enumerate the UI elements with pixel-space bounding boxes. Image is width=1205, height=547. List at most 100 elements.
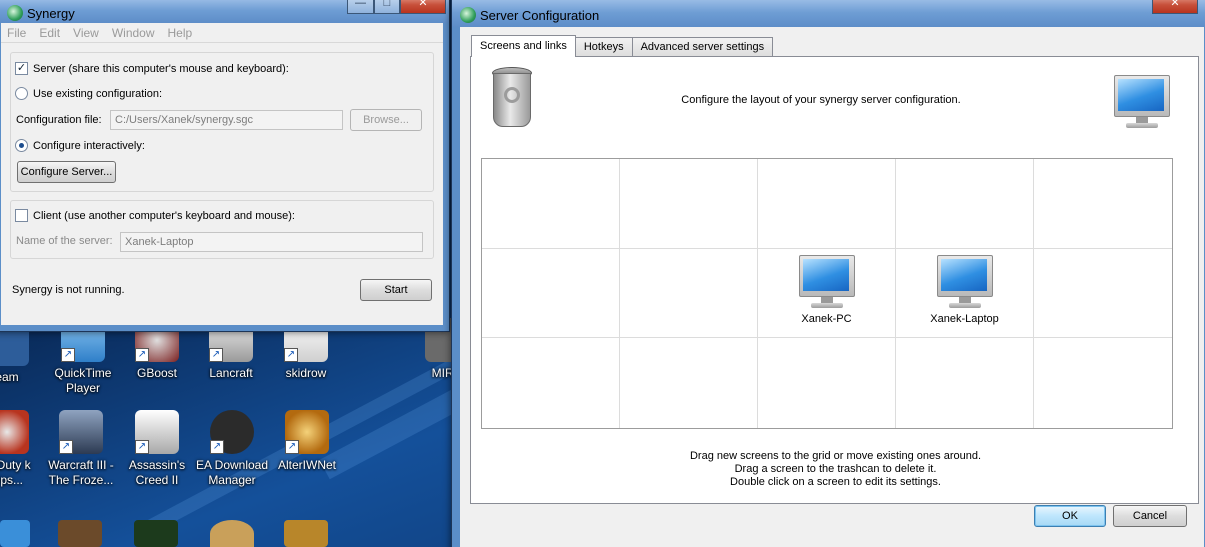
assassins-creed-icon: ↗ xyxy=(135,410,179,454)
tab-advanced-server-settings[interactable]: Advanced server settings xyxy=(631,37,774,57)
desktop-icon-partial[interactable] xyxy=(210,520,254,547)
shortcut-arrow-icon: ↗ xyxy=(61,348,75,362)
start-button[interactable]: Start xyxy=(360,279,432,301)
shortcut-arrow-icon: ↗ xyxy=(135,440,149,454)
monitor-icon xyxy=(798,254,855,311)
config-file-label: Configuration file: xyxy=(16,114,102,126)
radio-unselected-icon[interactable] xyxy=(15,87,28,100)
desktop-icon-partial[interactable] xyxy=(58,520,102,547)
desktop-icon-label: AlterIWNet xyxy=(277,458,336,472)
synergy-window: Synergy — □ ✕ File Edit View Window Help ✓ S… xyxy=(0,0,450,332)
use-existing-config-radio[interactable]: Use existing configuration: xyxy=(15,87,162,100)
server-config-titlebar[interactable]: Server Configuration ✕ xyxy=(452,0,1205,27)
desktop-icon-partial[interactable] xyxy=(284,520,328,547)
desktop-icon-label: Warcraft III - The Froze... xyxy=(48,458,114,487)
menu-edit[interactable]: Edit xyxy=(39,23,60,43)
menu-view[interactable]: View xyxy=(73,23,99,43)
desktop-icon-label: GBoost xyxy=(136,366,178,380)
server-name-input[interactable]: Xanek-Laptop xyxy=(120,232,423,252)
grid-cell[interactable] xyxy=(1034,338,1172,428)
synergy-app-icon xyxy=(7,5,23,21)
configure-interactively-label: Configure interactively: xyxy=(33,139,145,152)
desktop-icon-partial[interactable] xyxy=(0,520,30,547)
hint-text: Drag a screen to the trashcan to delete … xyxy=(734,463,937,475)
desktop-icon-alteriwnet[interactable]: ↗ AlterIWNet xyxy=(270,410,344,473)
close-button[interactable]: ✕ xyxy=(400,0,446,14)
desktop-icon-label: skidrow xyxy=(285,366,327,380)
desktop-icon-label: QuickTime Player xyxy=(54,366,112,395)
grid-cell[interactable] xyxy=(482,338,620,428)
window-title: Synergy xyxy=(27,6,75,21)
desktop-icon-ea-download-manager[interactable]: ↗ EA Download Manager xyxy=(195,410,269,488)
client-checkbox[interactable]: Client (use another computer's keyboard … xyxy=(15,209,295,222)
hint-text: Drag new screens to the grid or move exi… xyxy=(689,450,982,462)
screen-xanek-laptop[interactable]: Xanek-Laptop xyxy=(920,254,1010,325)
hint-text: Double click on a screen to edit its set… xyxy=(730,476,941,488)
screen-xanek-pc[interactable]: Xanek-PC xyxy=(782,254,872,325)
server-name-label: Name of the server: xyxy=(16,235,113,247)
grid-cell[interactable]: Xanek-Laptop xyxy=(896,248,1034,339)
server-checkbox[interactable]: ✓ Server (share this computer's mouse an… xyxy=(15,62,289,75)
use-existing-config-label: Use existing configuration: xyxy=(33,87,163,100)
desktop-icon-warcraft[interactable]: ↗ Warcraft III - The Froze... xyxy=(44,410,118,488)
checkbox-checked-icon[interactable]: ✓ xyxy=(15,62,28,75)
server-configuration-window: Server Configuration ✕ Screens and links… xyxy=(451,0,1205,547)
synergy-client-area: File Edit View Window Help ✓ Server (share t… xyxy=(1,23,443,325)
configure-interactively-radio[interactable]: Configure interactively: xyxy=(15,139,145,152)
desktop-icon-label: eam xyxy=(0,370,19,384)
desktop-icon-partial[interactable] xyxy=(134,520,178,547)
intro-text: Configure the layout of your synergy ser… xyxy=(681,94,961,106)
server-name-label-text: Name of the server: xyxy=(16,235,113,247)
minimize-button[interactable]: — xyxy=(347,0,374,14)
call-of-duty-icon xyxy=(0,410,29,454)
desktop-icon-label: of Duty k Ops... xyxy=(0,458,31,487)
grid-cell[interactable]: Xanek-PC xyxy=(758,248,896,339)
close-button[interactable]: ✕ xyxy=(1152,0,1198,14)
desktop-icon-label: EA Download Manager xyxy=(195,458,269,487)
cancel-button[interactable]: Cancel xyxy=(1113,505,1187,527)
screen-layout-grid[interactable]: Xanek-PC Xanek-Laptop xyxy=(481,158,1173,429)
config-file-label-text: Configuration file: xyxy=(16,114,102,126)
menu-help[interactable]: Help xyxy=(168,23,193,43)
status-text: Synergy is not running. xyxy=(12,284,125,296)
screen-name-label: Xanek-Laptop xyxy=(930,312,999,325)
grid-cell[interactable] xyxy=(620,159,758,249)
grid-cell[interactable] xyxy=(620,338,758,428)
maximize-button[interactable]: □ xyxy=(374,0,400,14)
server-config-client-area: Screens and links Hotkeys Advanced serve… xyxy=(460,27,1204,547)
configure-server-button[interactable]: Configure Server... xyxy=(17,161,116,183)
grid-cell[interactable] xyxy=(482,159,620,249)
server-checkbox-label: Server (share this computer's mouse and … xyxy=(33,62,289,75)
shortcut-arrow-icon: ↗ xyxy=(210,440,224,454)
grid-cell[interactable] xyxy=(896,159,1034,249)
grid-cell[interactable] xyxy=(620,248,758,339)
window-title: Server Configuration xyxy=(480,8,600,23)
alteriwnet-icon: ↗ xyxy=(285,410,329,454)
checkbox-unchecked-icon[interactable] xyxy=(15,209,28,222)
new-screen-monitor-icon[interactable] xyxy=(1114,75,1170,131)
shortcut-arrow-icon: ↗ xyxy=(209,348,223,362)
menu-file[interactable]: File xyxy=(7,23,26,43)
status-label: Synergy is not running. xyxy=(12,284,125,296)
radio-selected-icon[interactable] xyxy=(15,139,28,152)
ok-button[interactable]: OK xyxy=(1034,505,1106,527)
menu-window[interactable]: Window xyxy=(112,23,155,43)
monitor-icon xyxy=(936,254,993,311)
grid-cell[interactable] xyxy=(896,338,1034,428)
tab-screens-and-links[interactable]: Screens and links xyxy=(471,35,576,57)
browse-button[interactable]: Browse... xyxy=(350,109,422,131)
desktop-icon-assassins-creed[interactable]: ↗ Assassin's Creed II xyxy=(120,410,194,488)
config-file-input[interactable]: C:/Users/Xanek/synergy.sgc xyxy=(110,110,343,130)
warcraft-icon: ↗ xyxy=(59,410,103,454)
grid-cell[interactable] xyxy=(482,248,620,339)
grid-cell[interactable] xyxy=(1034,159,1172,249)
shortcut-arrow-icon: ↗ xyxy=(135,348,149,362)
grid-cell[interactable] xyxy=(758,338,896,428)
synergy-titlebar[interactable]: Synergy — □ ✕ xyxy=(0,0,449,23)
desktop-icon-label: Lancraft xyxy=(209,366,253,380)
tab-bar: Screens and links Hotkeys Advanced serve… xyxy=(471,35,774,57)
grid-cell[interactable] xyxy=(758,159,896,249)
tab-hotkeys[interactable]: Hotkeys xyxy=(574,37,633,57)
desktop-icon-call-of-duty[interactable]: of Duty k Ops... xyxy=(0,410,44,488)
grid-cell[interactable] xyxy=(1034,249,1172,339)
